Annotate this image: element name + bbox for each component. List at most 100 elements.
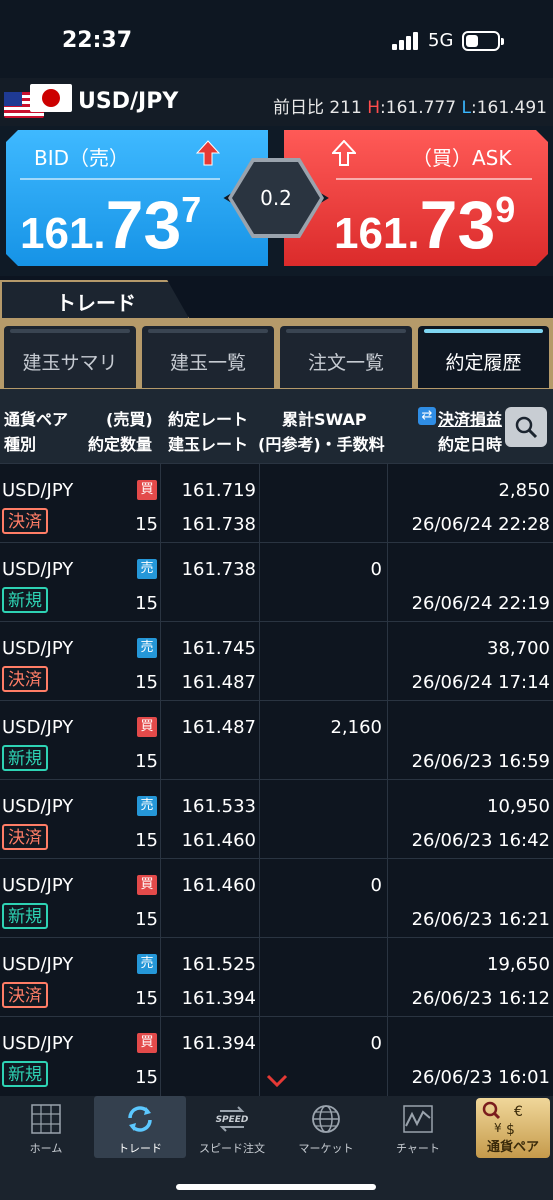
row-side-badge: 売 (137, 954, 157, 974)
row-exec-rate: 161.487 (181, 717, 256, 738)
nav-speed-order-label: スピード注文 (199, 1142, 265, 1155)
home-indicator[interactable] (176, 1184, 376, 1190)
network-label: 5G (428, 30, 454, 51)
globe-icon (312, 1105, 340, 1133)
swap-toggle-icon[interactable]: ⇄ (418, 407, 436, 425)
speed-badge: SPEED (215, 1115, 249, 1125)
row-side-badge: 買 (137, 875, 157, 895)
header-rate1: 約定レート (168, 410, 249, 429)
tab-position-summary[interactable]: 建玉サマリ (4, 326, 136, 388)
chevron-down-icon[interactable] (266, 1074, 288, 1088)
tab-order-list[interactable]: 注文一覧 (280, 326, 412, 388)
row-swap: 0 (370, 559, 382, 580)
bid-arrow-up-icon (195, 140, 221, 166)
nav-chart[interactable]: チャート (372, 1096, 464, 1158)
row-pair: USD/JPY (2, 875, 74, 896)
execution-table[interactable]: USD/JPY 決済買 15 161.719 161.738 2,850 26/06/24 … (0, 463, 553, 1096)
search-icon (515, 416, 538, 439)
header-fee: (円参考)・手数料 (258, 435, 385, 454)
row-position-rate: 161.394 (181, 988, 256, 1009)
bid-divider (20, 178, 220, 180)
chart-icon (403, 1105, 433, 1133)
table-row[interactable]: USD/JPY 決済 買 15 161.719 161.738 2,850 26/06/24 … (0, 463, 553, 542)
row-kind-badge: 決済 (2, 508, 48, 534)
svg-text:$: $ (506, 1122, 515, 1136)
status-time: 22:37 (62, 28, 133, 53)
row-exec-rate: 161.525 (181, 954, 256, 975)
nav-speed-order[interactable]: SPEED スピード注文 (186, 1096, 278, 1158)
tab-position-list[interactable]: 建玉一覧 (142, 326, 274, 388)
refresh-arrows-icon (128, 1106, 152, 1132)
row-exec-rate: 161.738 (181, 559, 256, 580)
tab-execution-history[interactable]: 約定履歴 (418, 326, 549, 388)
row-qty: 15 (135, 514, 158, 535)
ask-divider (336, 178, 532, 180)
bid-price-big: 73 (105, 187, 182, 263)
table-row[interactable]: USD/JPY 新規 買 15 161.487 2,160 26/06/23 16:59 (0, 700, 553, 779)
row-position-rate: 161.487 (181, 672, 256, 693)
nav-home[interactable]: ホーム (0, 1096, 92, 1158)
signal-icon (392, 32, 420, 50)
column-divider (259, 463, 260, 1096)
row-date: 26/06/24 17:14 (411, 672, 550, 693)
row-pair: USD/JPY (2, 796, 74, 817)
row-date: 26/06/24 22:19 (411, 593, 550, 614)
jp-flag-icon (30, 84, 72, 112)
row-kind-badge: 新規 (2, 745, 48, 771)
nav-trade-label: トレード (118, 1142, 162, 1155)
table-row[interactable]: USD/JPY 新規 売 15 161.738 0 26/06/24 22:19 (0, 542, 553, 621)
row-position-rate: 161.460 (181, 830, 256, 851)
row-qty: 15 (135, 830, 158, 851)
row-kind-badge: 新規 (2, 903, 48, 929)
ask-price-pip: 9 (495, 189, 516, 230)
row-date: 26/06/23 16:21 (411, 909, 550, 930)
ask-price: 161.739 (334, 186, 515, 264)
nav-home-label: ホーム (29, 1142, 63, 1155)
table-row[interactable]: USD/JPY 決済 売 15 161.533 161.460 10,950 26/06/23… (0, 779, 553, 858)
column-divider (387, 463, 388, 1096)
row-pnl: 2,850 (498, 480, 550, 501)
table-row[interactable]: USD/JPY 決済 売 15 161.525 161.394 19,650 26/06/23… (0, 937, 553, 1016)
battery-icon (462, 31, 504, 51)
change-value: 211 (329, 98, 362, 118)
row-pair: USD/JPY (2, 480, 74, 501)
row-swap: 0 (370, 1033, 382, 1054)
header-pair: 通貨ペア (4, 410, 69, 429)
header-kind: 種別 (4, 435, 37, 454)
row-pair: USD/JPY (2, 559, 74, 580)
change-label: 前日比 (272, 98, 324, 118)
nav-currency-pair[interactable]: € ¥ $ 通貨ペア (476, 1098, 550, 1158)
currency-symbols-icon: € ¥ $ (482, 1101, 523, 1136)
trade-tab-label: トレード (56, 291, 136, 315)
row-side-badge: 売 (137, 796, 157, 816)
ask-price-big: 73 (419, 187, 496, 263)
row-qty: 15 (135, 672, 158, 693)
row-pair: USD/JPY (2, 1033, 74, 1054)
row-kind-badge: 新規 (2, 1061, 48, 1087)
header-qty: 約定数量 (88, 435, 153, 454)
row-qty: 15 (135, 1067, 158, 1088)
row-exec-rate: 161.745 (181, 638, 256, 659)
nav-currency-pair-label: 通貨ペア (486, 1140, 539, 1155)
column-divider (160, 463, 161, 1096)
svg-text:¥: ¥ (494, 1121, 502, 1135)
nav-trade[interactable]: トレード (94, 1096, 186, 1158)
bid-price: 161.737 (20, 186, 201, 264)
pair-stats: 前日比 211 H:161.777 L:161.491 (272, 98, 547, 118)
row-pair: USD/JPY (2, 638, 74, 659)
row-kind-badge: 新規 (2, 587, 48, 613)
row-pnl: 19,650 (487, 954, 550, 975)
table-row[interactable]: USD/JPY 新規 買 15 161.460 0 26/06/23 16:21 (0, 858, 553, 937)
row-date: 26/06/23 16:59 (411, 751, 550, 772)
pair-name[interactable]: USD/JPY (78, 89, 178, 114)
row-side-badge: 売 (137, 559, 157, 579)
nav-market[interactable]: マーケット (280, 1096, 372, 1158)
bid-label: BID（売） (34, 146, 130, 170)
svg-text:€: € (514, 1104, 523, 1120)
row-date: 26/06/23 16:42 (411, 830, 550, 851)
table-row[interactable]: USD/JPY 決済 売 15 161.745 161.487 38,700 26/06/24… (0, 621, 553, 700)
header-rate2: 建玉レート (168, 435, 249, 454)
search-button[interactable] (505, 407, 547, 447)
header-pnl[interactable]: 決済損益 (438, 406, 502, 430)
row-kind-badge: 決済 (2, 824, 48, 850)
